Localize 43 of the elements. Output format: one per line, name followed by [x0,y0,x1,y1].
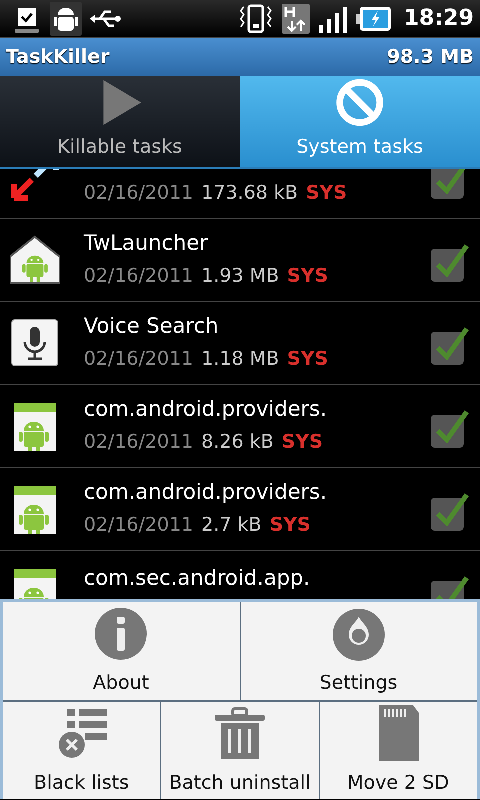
system-tag: SYS [306,178,348,208]
task-name: TwLauncher [84,230,210,256]
system-tag: SYS [287,262,328,290]
system-tag: SYS [287,344,328,374]
clock-time: 18:29 [404,5,474,33]
task-row[interactable]: com.android.providers. 02/16/2011 8.26 kB SYS [0,385,480,468]
system-tag: SYS [282,428,324,456]
task-size: 1.93 MB [202,264,280,289]
info-icon [94,607,148,661]
hspa-data-icon [282,4,310,34]
task-row[interactable]: TwLauncher 02/16/2011 1.93 MB SYS [0,219,480,302]
tab[interactable]: Killable tasks [0,76,240,167]
task-date: 02/16/2011 [84,346,194,372]
trash-icon [212,706,267,760]
checkbox[interactable] [430,326,470,366]
settings-icon [332,607,386,661]
app-title: TaskKiller [6,44,110,70]
task-name: Voice Search [84,312,220,339]
system-tag: SYS [270,510,311,540]
task-row[interactable]: com.android.providers. 02/16/2011 2.7 kB SYS [0,468,480,551]
task-name: com.android.providers. [84,396,328,422]
task-date: 02/16/2011 [84,512,194,538]
task-date: 02/16/2011 [84,264,194,289]
battery-charging-icon [356,6,392,32]
task-size: 2.7 kB [202,512,262,538]
task-size: 173.68 kB [202,180,298,206]
task-name: com.sec.android.app. [84,564,312,590]
vibrate-icon [238,4,274,34]
checkbox[interactable] [430,409,470,449]
home-icon [10,235,60,285]
task-date: 02/16/2011 [84,430,194,455]
checkbox[interactable] [430,243,470,283]
task-row[interactable]: 02/16/2011 173.68 kB SYS [0,169,480,219]
task-size: 8.26 kB [202,430,274,455]
task-size: 1.18 MB [202,346,280,372]
task-date: 02/16/2011 [84,180,194,206]
android-debug-icon [50,2,82,36]
task-name: com.android.providers. [84,478,328,505]
microphone-icon [10,318,60,368]
task-row[interactable]: Voice Search 02/16/2011 1.18 MB SYS [0,302,480,385]
checkbox[interactable] [430,492,470,532]
memory-size: 98.3 MB [387,44,474,70]
signal-icon [318,4,348,32]
